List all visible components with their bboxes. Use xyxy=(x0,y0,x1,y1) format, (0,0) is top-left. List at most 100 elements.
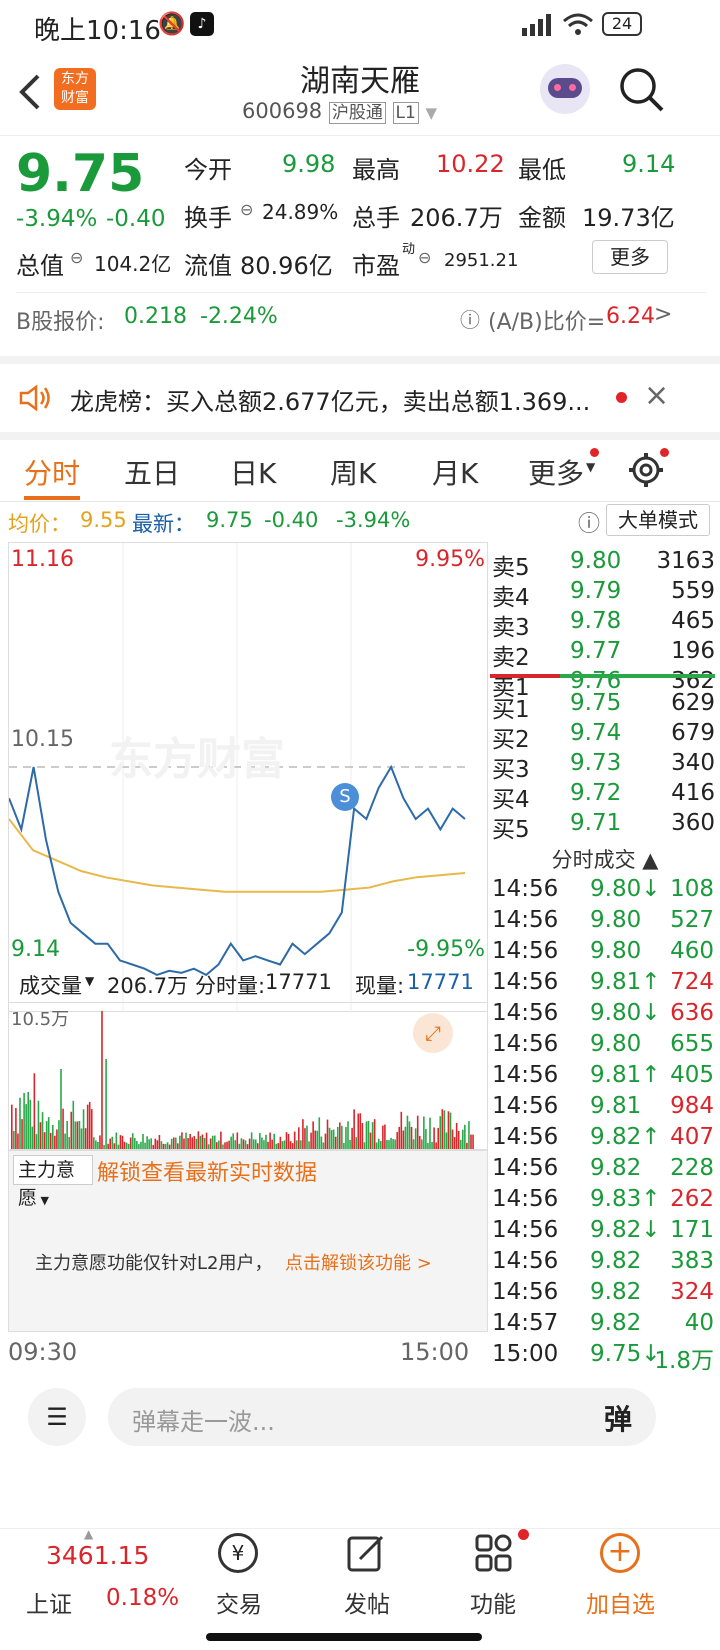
last-price: 9.75 xyxy=(16,144,145,204)
volume-bar xyxy=(283,1140,286,1149)
volume-bar xyxy=(427,1142,429,1149)
volume-bar xyxy=(29,1099,32,1149)
assistant-robot-icon[interactable] xyxy=(540,64,590,114)
yuan-trade-icon[interactable]: ¥ xyxy=(218,1533,258,1573)
caret-up-icon: ▲ xyxy=(84,1527,94,1541)
volume-bar xyxy=(300,1140,302,1149)
info-icon[interactable]: ⊖ xyxy=(418,248,431,267)
ab-ratio-label: (A/B)比价= xyxy=(488,310,606,335)
volume-bar xyxy=(257,1143,259,1149)
nav-function[interactable]: 功能 xyxy=(470,1585,516,1619)
signal-marker[interactable]: S xyxy=(331,783,359,811)
volume-bar xyxy=(41,1112,44,1149)
tab-monthly-k[interactable]: 月K xyxy=(432,452,478,492)
tab-daily-k[interactable]: 日K xyxy=(230,452,276,492)
tab-more[interactable]: 更多 xyxy=(528,452,584,492)
row-price: 9.75 xyxy=(570,690,622,716)
big-order-mode-button[interactable]: 大单模式 xyxy=(606,504,710,536)
volume-bar xyxy=(203,1137,206,1149)
notify-dot xyxy=(590,448,599,457)
edit-post-icon[interactable] xyxy=(346,1533,386,1573)
latest-change: -0.40 xyxy=(264,508,319,532)
volume-bar xyxy=(68,1137,70,1149)
help-icon[interactable]: ⓘ xyxy=(460,304,480,333)
dropdown-icon[interactable]: ▼ xyxy=(85,974,94,988)
chevron-right-icon[interactable]: > xyxy=(654,302,672,327)
index-value[interactable]: 3461.15 xyxy=(46,1541,149,1570)
trade-price: 9.82↑ xyxy=(590,1124,661,1150)
volume-bar xyxy=(15,1107,17,1149)
add-watchlist-icon[interactable]: + xyxy=(600,1533,640,1573)
volume-bar xyxy=(111,1136,114,1149)
tab-intraday[interactable]: 分时 xyxy=(24,452,80,492)
pct-bottom-label: -9.95% xyxy=(407,937,485,962)
volume-bar xyxy=(433,1127,435,1149)
volume-bar xyxy=(70,1111,73,1149)
trade-price: 9.80 xyxy=(590,907,642,933)
b-share-price: 0.218 xyxy=(124,304,187,329)
nav-trade[interactable]: 交易 xyxy=(216,1585,262,1619)
volume-bar xyxy=(62,1108,64,1149)
volume-bar xyxy=(228,1140,230,1149)
dropdown-icon[interactable]: ▼ xyxy=(426,104,438,122)
tab-weekly-k[interactable]: 周K xyxy=(330,452,376,492)
row-price: 9.74 xyxy=(570,720,622,746)
volume-bar xyxy=(295,1140,298,1149)
volume-bar xyxy=(421,1139,423,1149)
dragon-tiger-banner[interactable]: 龙虎榜：买入总额2.677亿元，卖出总额1.369... × xyxy=(0,364,720,432)
main-force-selector[interactable]: 主力意愿 ▼ xyxy=(13,1155,93,1209)
expand-icon[interactable]: ⤢ xyxy=(413,1013,453,1053)
volume-bar xyxy=(384,1124,386,1149)
volume-selector[interactable]: 成交量 xyxy=(19,970,82,1000)
turnover-label: 换手 xyxy=(184,204,232,232)
info-icon[interactable]: ⊖ xyxy=(70,248,83,267)
trade-time: 14:56 xyxy=(492,1186,559,1212)
ab-ratio-value[interactable]: 6.24 xyxy=(606,304,655,329)
intraday-chart[interactable]: 东方财富 11.16 9.95% 10.15 9.14 -9.95% S xyxy=(8,542,488,1013)
volume-bar xyxy=(316,1130,319,1149)
mute-bell-icon: 🔕 xyxy=(158,12,186,37)
volume-bar xyxy=(21,1119,23,1149)
nav-add-watchlist[interactable]: 加自选 xyxy=(586,1585,655,1619)
volume-bar xyxy=(220,1131,222,1149)
info-icon[interactable]: ⊖ xyxy=(240,200,253,219)
settings-gear-icon[interactable] xyxy=(628,452,664,488)
help-icon[interactable]: ⓘ xyxy=(578,506,600,538)
volume-bar xyxy=(60,1069,62,1149)
trade-volume: 984 xyxy=(670,1093,714,1119)
volume-bar xyxy=(252,1139,255,1149)
unlock-link[interactable]: 点击解锁该功能 > xyxy=(285,1249,432,1275)
volume-bar xyxy=(109,1138,111,1149)
volume-bar xyxy=(201,1134,204,1149)
tab-five-day[interactable]: 五日 xyxy=(124,452,180,492)
trade-volume: 527 xyxy=(670,907,714,933)
volume-bar xyxy=(435,1142,437,1149)
volume-bar xyxy=(150,1138,152,1149)
trade-price: 9.81 xyxy=(590,1093,642,1119)
trade-time: 14:56 xyxy=(492,1217,559,1243)
trades-header[interactable]: 分时成交 ▲ xyxy=(490,844,720,876)
unlock-hint[interactable]: 解锁查看最新实时数据 xyxy=(97,1155,317,1187)
more-button[interactable]: 更多 xyxy=(592,240,668,274)
comment-list-icon[interactable]: ☰ xyxy=(28,1388,86,1446)
volume-bar xyxy=(148,1139,150,1149)
danmu-input[interactable]: 弹幕走一波... 弹 xyxy=(108,1388,656,1446)
index-name[interactable]: 上证 xyxy=(26,1585,72,1619)
close-icon[interactable]: × xyxy=(644,378,669,413)
nav-post[interactable]: 发帖 xyxy=(344,1585,390,1619)
volume-bar xyxy=(113,1143,116,1149)
volume-bar xyxy=(179,1135,181,1149)
volume-bar xyxy=(195,1138,198,1149)
grid-function-icon[interactable] xyxy=(474,1533,514,1573)
trade-row: 14:56 9.80 460 xyxy=(490,936,720,968)
danmu-toggle-icon[interactable]: 弹 xyxy=(604,1398,632,1438)
volume-bar xyxy=(121,1135,124,1149)
volume-chart[interactable]: 10.5万 ⤢ xyxy=(8,1002,488,1150)
search-icon[interactable] xyxy=(618,66,666,114)
volume-bar xyxy=(453,1137,456,1149)
trade-time: 14:56 xyxy=(492,1248,559,1274)
volume-bar xyxy=(459,1139,462,1149)
b-share-label: B股报价: xyxy=(16,310,105,335)
main-force-panel: 主力意愿 ▼ 解锁查看最新实时数据 主力意愿功能仅针对L2用户， 点击解锁该功能… xyxy=(8,1150,488,1332)
dropdown-icon[interactable]: ▼ xyxy=(586,460,595,474)
